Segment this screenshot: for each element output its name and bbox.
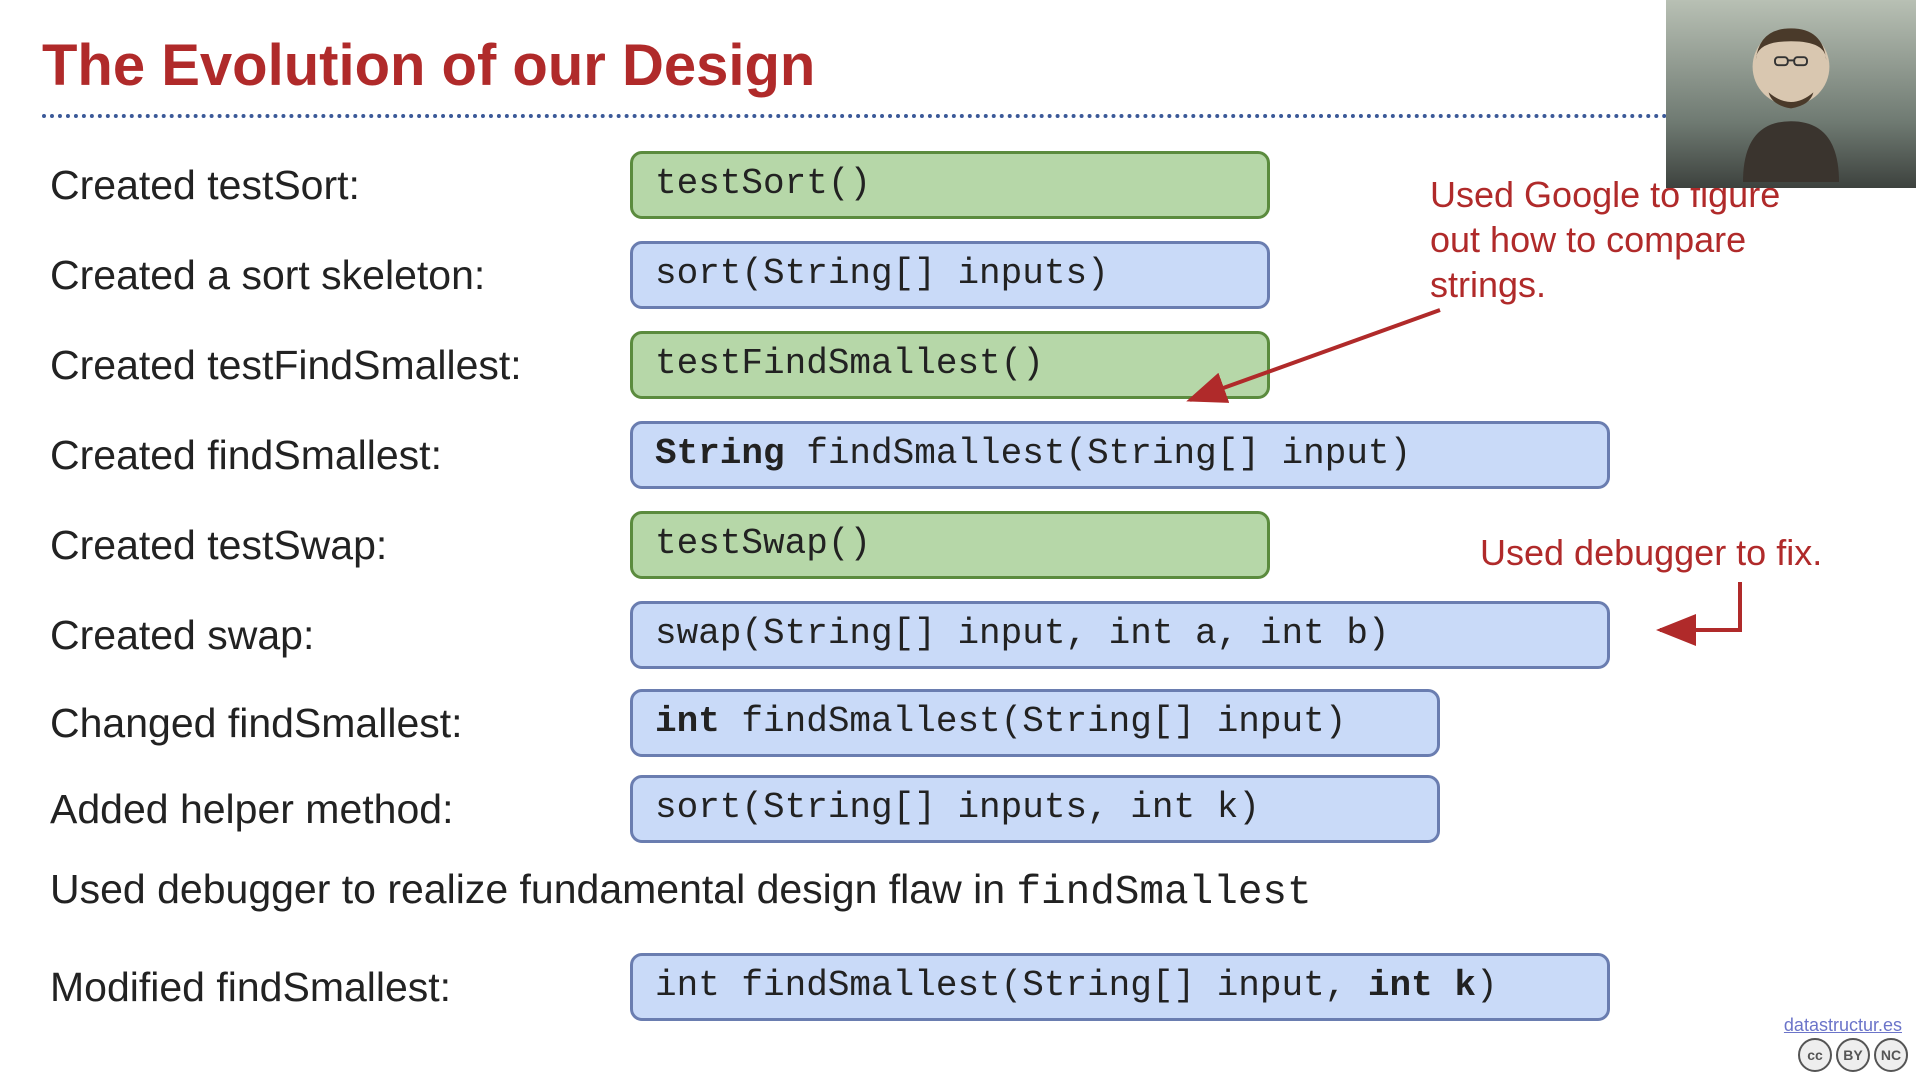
footer-link[interactable]: datastructur.es — [1784, 1015, 1902, 1036]
row-label: Created a sort skeleton: — [50, 252, 630, 299]
row-changed-findsmallest: Changed findSmallest: int findSmallest(S… — [50, 680, 1810, 766]
cc-badge: cc BY NC — [1798, 1038, 1908, 1072]
row-testfindsmallest: Created testFindSmallest: testFindSmalle… — [50, 320, 1810, 410]
title-divider — [42, 114, 1876, 118]
narrative-line: Used debugger to realize fundamental des… — [50, 866, 1810, 916]
row-helper: Added helper method: sort(String[] input… — [50, 766, 1810, 852]
row-label: Created swap: — [50, 612, 630, 659]
code-box: sort(String[] inputs) — [630, 241, 1270, 308]
cc-nc-icon: NC — [1874, 1038, 1908, 1072]
code-box: testFindSmallest() — [630, 331, 1270, 398]
row-label: Modified findSmallest: — [50, 964, 630, 1011]
cc-by-icon: BY — [1836, 1038, 1870, 1072]
annotation-google: Used Google to figure out how to compare… — [1430, 172, 1810, 307]
person-icon — [1711, 4, 1871, 184]
row-label: Added helper method: — [50, 786, 630, 833]
annotation-debugger: Used debugger to fix. — [1480, 530, 1822, 575]
code-box: int findSmallest(String[] input, int k) — [630, 953, 1610, 1020]
row-label: Created testSwap: — [50, 522, 630, 569]
slide-title: The Evolution of our Design — [42, 32, 815, 99]
slide: The Evolution of our Design Created test… — [0, 0, 1916, 1080]
code-box: String findSmallest(String[] input) — [630, 421, 1610, 488]
row-label: Created findSmallest: — [50, 432, 630, 479]
code-box: sort(String[] inputs, int k) — [630, 775, 1440, 842]
row-findsmallest: Created findSmallest: String findSmalles… — [50, 410, 1810, 500]
row-swap: Created swap: swap(String[] input, int a… — [50, 590, 1810, 680]
row-label: Created testSort: — [50, 162, 630, 209]
row-modified-findsmallest: Modified findSmallest: int findSmallest(… — [50, 942, 1810, 1032]
code-box: swap(String[] input, int a, int b) — [630, 601, 1610, 668]
webcam-thumbnail — [1666, 0, 1916, 188]
code-box: testSort() — [630, 151, 1270, 218]
row-label: Changed findSmallest: — [50, 700, 630, 747]
code-box: int findSmallest(String[] input) — [630, 689, 1440, 756]
cc-icon: cc — [1798, 1038, 1832, 1072]
row-label: Created testFindSmallest: — [50, 342, 630, 389]
code-box: testSwap() — [630, 511, 1270, 578]
